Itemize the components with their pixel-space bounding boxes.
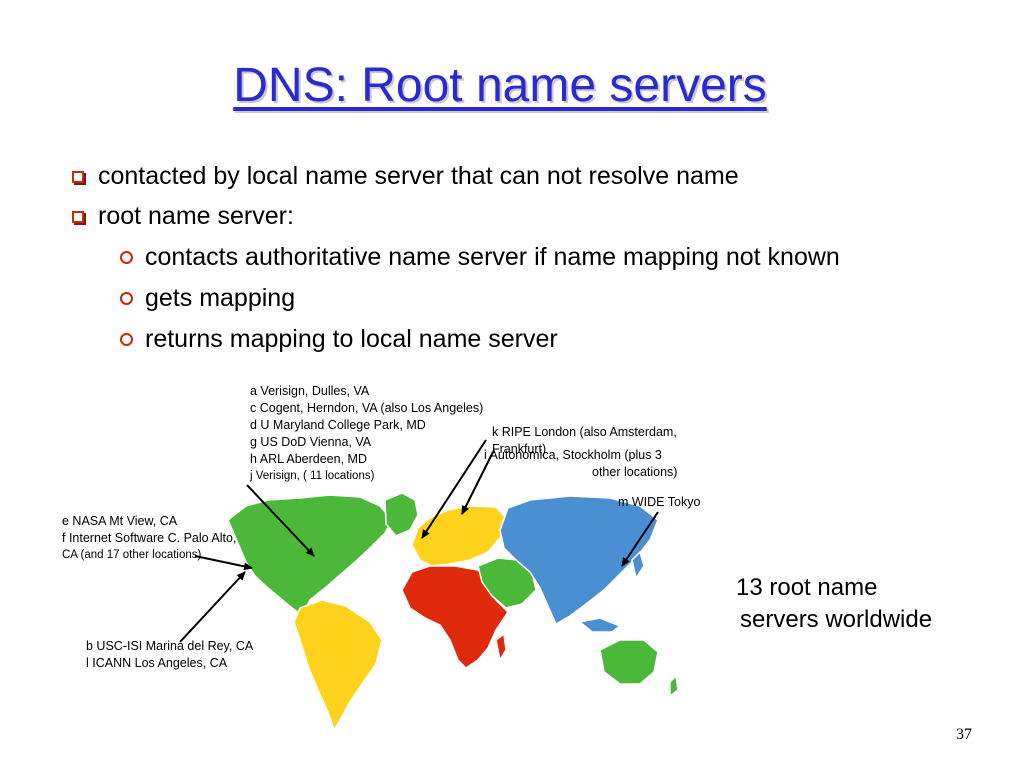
us-east-servers-label: a Verisign, Dulles, VA c Cogent, Herndon… [250, 384, 484, 482]
us-west-servers-label: e NASA Mt View, CA f Internet Software C… [62, 514, 237, 561]
summary-label: 13 root name servers worldwide [736, 574, 933, 633]
indonesia-region [579, 617, 621, 633]
arrow-la [179, 571, 246, 643]
tokyo-label: m WIDE Tokyo [618, 495, 701, 509]
europe-i-label: i Autonomica, Stockholm (plus 3 other lo… [484, 448, 678, 479]
new-zealand-region [669, 675, 679, 697]
south-america-region [293, 599, 383, 731]
north-america-region [227, 494, 393, 616]
madagascar-region [495, 633, 507, 661]
europe-region [411, 505, 509, 567]
page-number: 37 [956, 726, 972, 743]
australia-region [599, 639, 659, 685]
greenland-region [384, 492, 419, 537]
la-servers-label: b USC-ISI Marina del Rey, CA l ICANN Los… [86, 639, 254, 670]
